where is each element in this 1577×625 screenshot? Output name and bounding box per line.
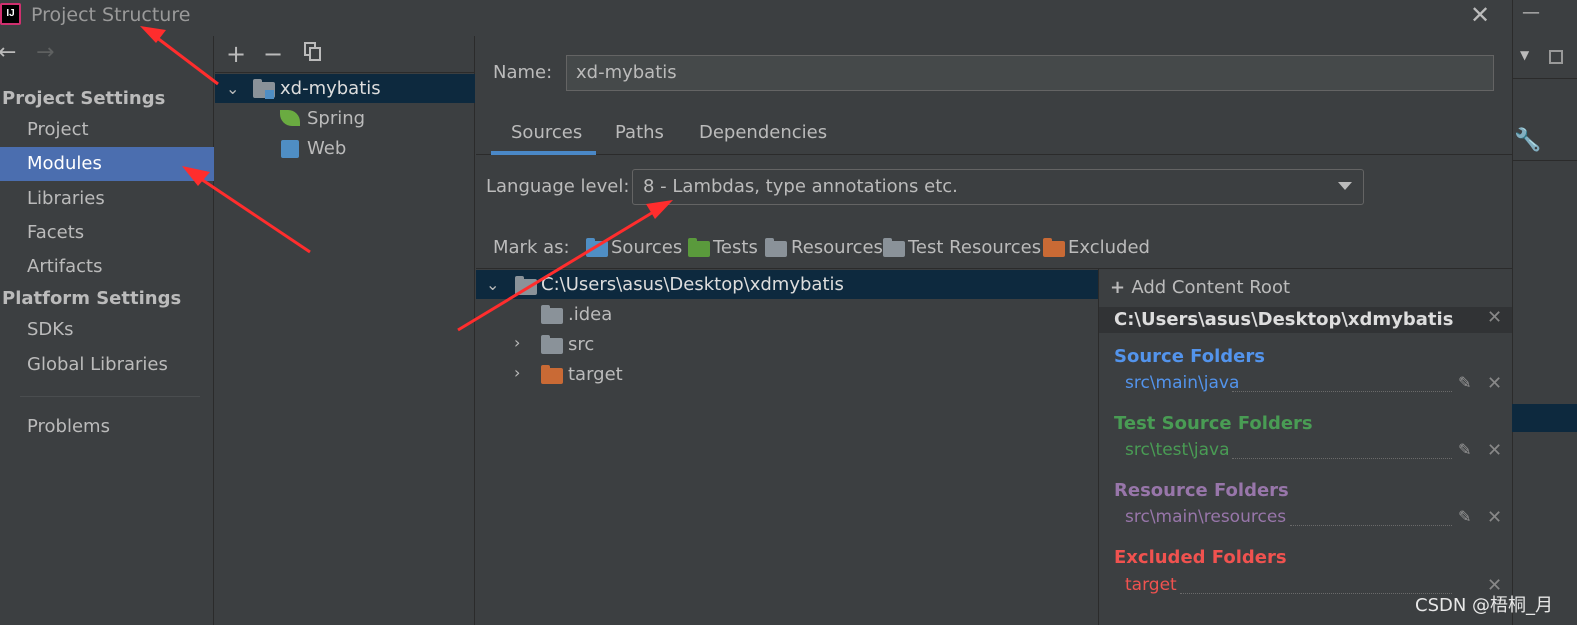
window-title: Project Structure — [31, 4, 191, 26]
facet-spring[interactable]: Spring — [307, 107, 365, 131]
title-bar — [0, 0, 1512, 36]
background-selected-row — [1512, 404, 1577, 432]
module-name[interactable]: xd-mybatis — [280, 77, 381, 101]
add-content-root-button[interactable]: + Add Content Root — [1110, 277, 1290, 298]
divider — [1512, 78, 1577, 79]
resource-folders-title: Resource Folders — [1114, 480, 1289, 501]
source-folder-path: src\main\java — [1125, 373, 1240, 393]
tab-sources[interactable]: Sources — [511, 122, 582, 143]
chevron-right-icon[interactable]: › — [514, 333, 520, 352]
source-folders-title: Source Folders — [1114, 346, 1265, 367]
tree-item-target[interactable]: target — [568, 363, 623, 387]
dotted-leader — [1232, 391, 1452, 392]
test-resources-folder-icon — [883, 238, 905, 257]
dotted-leader — [1290, 525, 1452, 526]
folder-icon — [515, 276, 537, 295]
tab-dependencies[interactable]: Dependencies — [699, 122, 827, 143]
content-root-path[interactable]: C:\Users\asus\Desktop\xdmybatis — [541, 273, 844, 297]
edit-pencil-icon[interactable]: ✎ — [1458, 507, 1471, 526]
tests-folder-icon — [688, 238, 710, 257]
remove-icon[interactable]: ✕ — [1487, 373, 1502, 394]
plus-icon: + — [1110, 277, 1132, 298]
excluded-folder-icon — [541, 365, 563, 384]
excluded-folder-icon — [1043, 238, 1065, 257]
minimize-icon[interactable]: — — [1522, 2, 1542, 26]
divider — [215, 72, 475, 73]
module-name-input[interactable]: xd-mybatis — [566, 55, 1494, 91]
resource-folder-path: src\main\resources — [1125, 507, 1287, 527]
language-level-select[interactable]: 8 - Lambdas, type annotations etc. — [632, 169, 1364, 205]
remove-module-button[interactable]: − — [263, 40, 283, 68]
remove-content-root-icon[interactable]: ✕ — [1487, 307, 1502, 328]
background-window-strip — [1512, 0, 1577, 625]
platform-settings-heading: Platform Settings — [2, 288, 182, 309]
tab-paths[interactable]: Paths — [615, 122, 664, 143]
edit-pencil-icon[interactable]: ✎ — [1458, 440, 1471, 459]
sidebar-item-artifacts[interactable]: Artifacts — [0, 250, 214, 284]
excluded-folder-path: target — [1125, 575, 1177, 595]
close-button[interactable]: ✕ — [1462, 0, 1498, 30]
chevron-right-icon[interactable]: › — [514, 363, 520, 382]
module-badge-icon — [265, 90, 274, 99]
dropdown-arrow-icon[interactable] — [1338, 182, 1352, 190]
excluded-folders-title: Excluded Folders — [1114, 547, 1287, 568]
sidebar-item-sdks[interactable]: SDKs — [0, 313, 214, 347]
test-source-folder-path: src\test\java — [1125, 440, 1230, 460]
mark-sources-button[interactable]: Sources — [611, 237, 682, 258]
chevron-down-icon[interactable]: ⌄ — [486, 275, 499, 294]
chevron-down-icon[interactable]: ⌄ — [226, 79, 239, 98]
sidebar-item-facets[interactable]: Facets — [0, 216, 214, 250]
copy-module-icon[interactable] — [304, 42, 322, 62]
folder-icon — [541, 305, 563, 324]
divider — [20, 396, 200, 397]
language-level-label: Language level: — [486, 176, 630, 197]
sidebar-item-modules[interactable]: Modules — [0, 147, 214, 181]
sources-folder-icon — [586, 238, 608, 257]
divider — [1512, 160, 1577, 161]
mark-test-resources-button[interactable]: Test Resources — [908, 237, 1041, 258]
mark-tests-button[interactable]: Tests — [713, 237, 758, 258]
layout-icon[interactable] — [1549, 50, 1563, 64]
remove-icon[interactable]: ✕ — [1487, 507, 1502, 528]
remove-icon[interactable]: ✕ — [1487, 440, 1502, 461]
add-module-button[interactable]: + — [226, 40, 246, 68]
intellij-logo-icon: IJ — [0, 3, 21, 25]
tree-item-idea[interactable]: .idea — [568, 303, 612, 327]
sidebar-item-project[interactable]: Project — [0, 113, 214, 147]
project-settings-heading: Project Settings — [2, 88, 166, 109]
active-tab-indicator — [491, 151, 596, 155]
mark-resources-button[interactable]: Resources — [791, 237, 883, 258]
forward-arrow-icon[interactable]: → — [36, 40, 54, 66]
sidebar-item-problems[interactable]: Problems — [0, 410, 214, 444]
edit-pencil-icon[interactable]: ✎ — [1458, 373, 1471, 392]
resources-folder-icon — [765, 238, 787, 257]
sidebar-item-libraries[interactable]: Libraries — [0, 182, 214, 216]
web-globe-icon — [281, 140, 299, 158]
mark-as-label: Mark as: — [493, 237, 570, 258]
watermark: CSDN @梧桐_月 — [1415, 595, 1554, 616]
dropdown-icon[interactable]: ▼ — [1520, 48, 1529, 62]
dotted-leader — [1232, 458, 1452, 459]
name-label: Name: — [493, 62, 553, 83]
mark-excluded-button[interactable]: Excluded — [1068, 237, 1150, 258]
divider — [476, 154, 1512, 155]
folder-icon — [541, 335, 563, 354]
dotted-leader — [1180, 593, 1452, 594]
back-arrow-icon[interactable]: ← — [0, 40, 16, 66]
tree-item-src[interactable]: src — [568, 333, 594, 357]
facet-web[interactable]: Web — [307, 137, 346, 161]
wrench-icon[interactable]: 🔧 — [1514, 128, 1541, 153]
content-root-title: C:\Users\asus\Desktop\xdmybatis — [1114, 309, 1454, 330]
test-source-folders-title: Test Source Folders — [1114, 413, 1313, 434]
add-content-root-label: Add Content Root — [1131, 277, 1291, 298]
sidebar-item-global-libraries[interactable]: Global Libraries — [0, 348, 214, 382]
